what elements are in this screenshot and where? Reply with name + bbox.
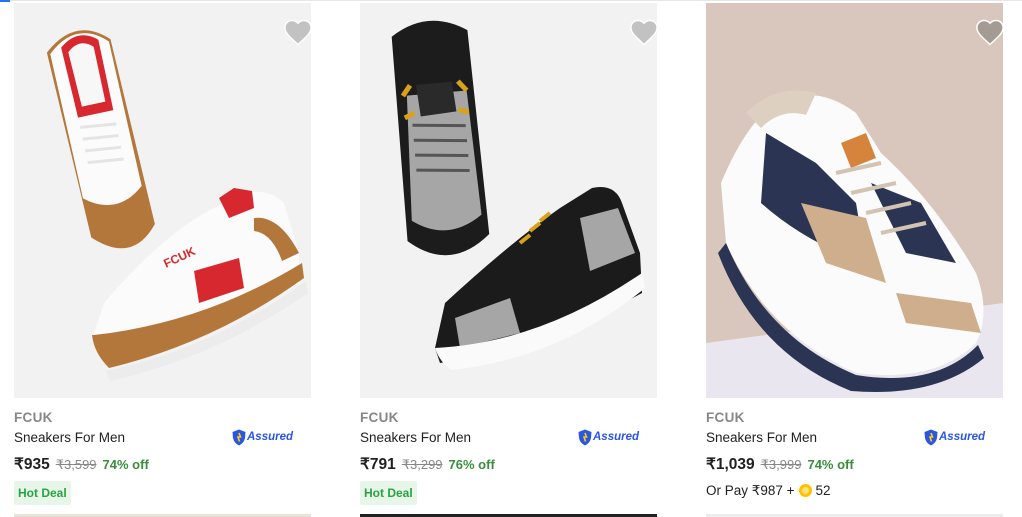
product-card[interactable]: FCUK Sneakers For Men Assured ₹1,039 ₹3,9… bbox=[706, 0, 1004, 517]
sneaker-image bbox=[360, 3, 657, 398]
product-brand: FCUK bbox=[360, 410, 399, 425]
selling-price: ₹1,039 bbox=[706, 456, 755, 473]
assured-label: Assured bbox=[247, 431, 294, 443]
assured-label: Assured bbox=[939, 431, 986, 443]
price-row: ₹1,039 ₹3,999 74% off bbox=[706, 455, 854, 474]
discount-label: 74% off bbox=[807, 457, 854, 472]
original-price: ₹3,999 bbox=[760, 457, 802, 472]
assured-label: Assured bbox=[593, 431, 640, 443]
discount-label: 74% off bbox=[102, 457, 149, 472]
assured-badge: Assured bbox=[232, 428, 294, 448]
or-pay-text: Or Pay ₹987 + bbox=[706, 483, 795, 498]
product-card[interactable]: FCUK FCUK Sneakers For Men Assured ₹935 ₹… bbox=[14, 0, 312, 517]
selling-price: ₹791 bbox=[360, 456, 396, 473]
shield-icon bbox=[232, 429, 246, 446]
price-row: ₹791 ₹3,299 76% off bbox=[360, 455, 495, 474]
original-price: ₹3,599 bbox=[55, 457, 97, 472]
product-title[interactable]: Sneakers For Men bbox=[360, 430, 471, 445]
sneaker-image: FCUK bbox=[14, 3, 311, 398]
price-row: ₹935 ₹3,599 74% off bbox=[14, 455, 149, 474]
active-indicator bbox=[0, 0, 10, 2]
or-pay-offer: Or Pay ₹987 + 52 bbox=[706, 483, 831, 499]
assured-badge: Assured bbox=[924, 428, 986, 448]
selling-price: ₹935 bbox=[14, 456, 50, 473]
product-title[interactable]: Sneakers For Men bbox=[706, 430, 817, 445]
product-image[interactable] bbox=[360, 3, 657, 398]
heart-icon[interactable] bbox=[283, 18, 311, 46]
heart-icon[interactable] bbox=[629, 18, 657, 46]
sneaker-image bbox=[706, 3, 1003, 398]
assured-badge: Assured bbox=[578, 428, 640, 448]
discount-label: 76% off bbox=[448, 457, 495, 472]
shield-icon bbox=[578, 429, 592, 446]
product-brand: FCUK bbox=[14, 410, 53, 425]
shield-icon bbox=[924, 429, 938, 446]
hot-deal-badge: Hot Deal bbox=[14, 481, 71, 505]
product-title[interactable]: Sneakers For Men bbox=[14, 430, 125, 445]
heart-icon[interactable] bbox=[975, 18, 1003, 46]
supercoin-icon bbox=[798, 484, 812, 497]
product-card[interactable]: FCUK Sneakers For Men Assured ₹791 ₹3,299… bbox=[360, 0, 658, 517]
product-image[interactable] bbox=[706, 3, 1003, 398]
product-image[interactable]: FCUK bbox=[14, 3, 311, 398]
original-price: ₹3,299 bbox=[401, 457, 443, 472]
product-brand: FCUK bbox=[706, 410, 745, 425]
hot-deal-badge: Hot Deal bbox=[360, 481, 417, 505]
coin-count: 52 bbox=[815, 483, 831, 498]
